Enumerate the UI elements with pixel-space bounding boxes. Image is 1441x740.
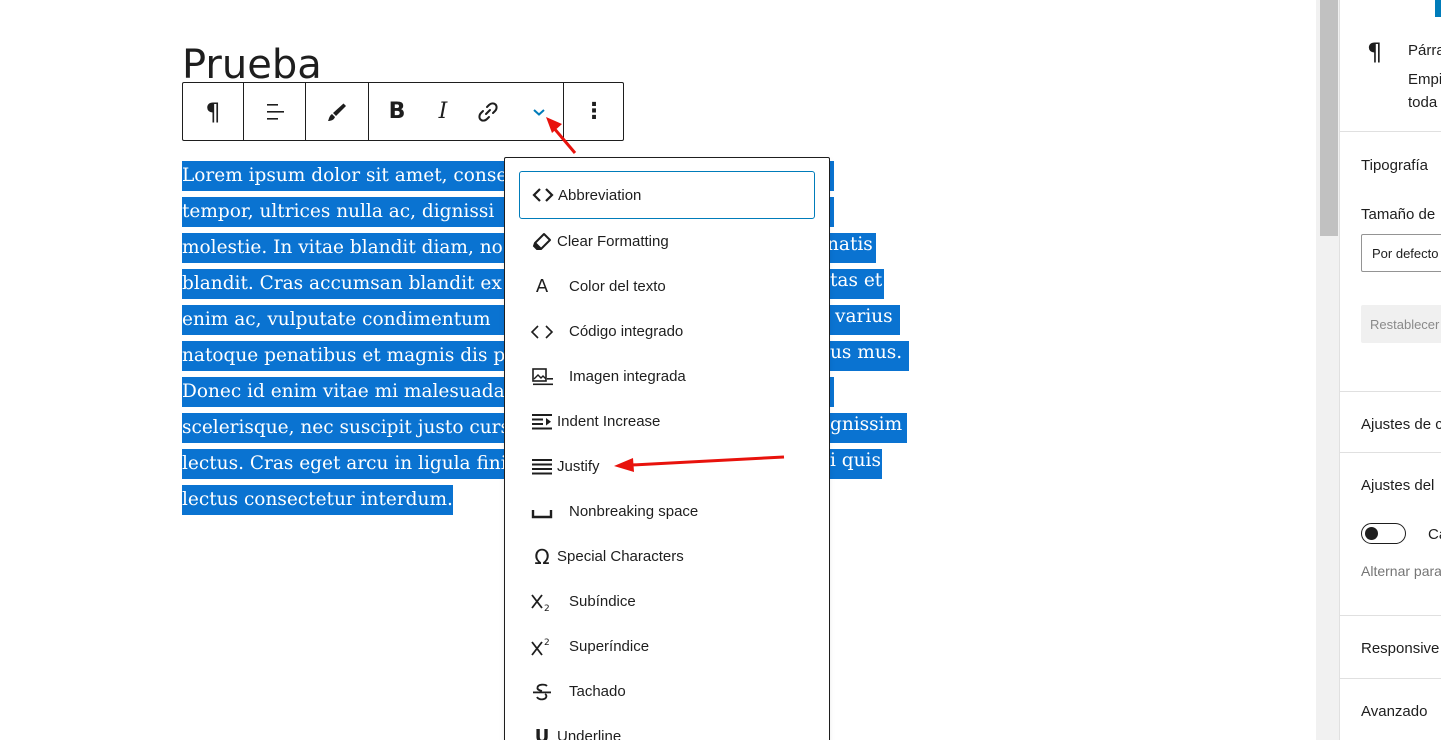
menu-item-label: Underline	[557, 728, 622, 740]
more-formats-menu: Abbreviation Clear Formatting A Color de…	[504, 157, 830, 740]
block-toolbar: ¶ B I ⋮	[182, 82, 624, 141]
paragraph-line-tail: natis	[827, 234, 873, 255]
subscript-icon: 2	[529, 590, 555, 614]
color-settings-panel[interactable]: Ajustes de c	[1361, 416, 1441, 433]
menu-item-label: Special Characters	[557, 548, 684, 565]
block-card-description: toda	[1408, 94, 1438, 111]
vertical-dots-icon: ⋮	[583, 98, 605, 124]
menu-item-text-color[interactable]: A Color del texto	[519, 264, 815, 309]
block-card-description: Empi	[1408, 71, 1441, 88]
menu-item-inline-image[interactable]: Imagen integrada	[519, 354, 815, 399]
align-group	[244, 83, 306, 140]
divider	[1340, 131, 1441, 132]
menu-item-label: Superíndice	[569, 638, 650, 655]
active-tab-indicator	[1435, 0, 1441, 17]
paragraph-block-button[interactable]: ¶	[183, 83, 243, 140]
menu-item-subscript[interactable]: 2 Subíndice	[519, 579, 815, 624]
inline-code-icon	[529, 320, 555, 344]
paragraph-icon: ¶	[1367, 38, 1383, 66]
drop-cap-label: Cap	[1428, 526, 1441, 543]
paragraph-line: lectus consectetur interdum.	[182, 485, 453, 515]
paragraph-line-tail: gnissim	[830, 414, 903, 435]
style-group	[306, 83, 369, 140]
paragraph-line-tail: us mus.	[830, 342, 903, 363]
justify-icon	[529, 455, 555, 479]
drop-cap-toggle[interactable]	[1361, 523, 1406, 544]
superscript-icon: 2	[529, 635, 555, 659]
menu-item-justify[interactable]: Justify	[519, 444, 815, 489]
omega-icon: Ω	[534, 544, 550, 569]
code-brackets-icon	[530, 183, 556, 207]
settings-sidebar: ¶ Párra Empi toda Tipografía Tamaño de P…	[1339, 0, 1441, 740]
menu-item-label: Abbreviation	[558, 186, 642, 204]
menu-item-label: Indent Increase	[557, 413, 661, 430]
indent-increase-icon	[529, 410, 555, 434]
menu-item-special-characters[interactable]: Ω Special Characters	[519, 534, 815, 579]
menu-item-label: Color del texto	[569, 278, 666, 295]
bold-icon: B	[388, 98, 406, 124]
menu-item-label: Tachado	[569, 683, 626, 700]
inline-image-icon	[529, 365, 555, 389]
menu-item-indent-increase[interactable]: Indent Increase	[519, 399, 815, 444]
svg-text:2: 2	[544, 604, 550, 613]
toggle-knob	[1365, 526, 1378, 540]
typography-panel-title[interactable]: Tipografía	[1361, 157, 1428, 174]
eraser-icon	[529, 230, 555, 254]
options-button[interactable]: ⋮	[564, 83, 624, 140]
divider	[1340, 615, 1441, 616]
bold-button[interactable]: B	[369, 83, 425, 140]
menu-item-label: Justify	[557, 458, 600, 475]
more-formats-button[interactable]	[515, 83, 563, 140]
format-group: B I	[369, 83, 564, 140]
menu-item-label: Subíndice	[569, 593, 636, 610]
menu-item-clear-formatting[interactable]: Clear Formatting	[519, 219, 815, 264]
paragraph-line-tail: varius	[835, 306, 893, 327]
underline-icon: U	[534, 725, 550, 740]
responsive-panel[interactable]: Responsive	[1361, 640, 1439, 657]
block-type-group: ¶	[183, 83, 244, 140]
menu-item-abbreviation[interactable]: Abbreviation	[519, 171, 815, 219]
text-settings-panel[interactable]: Ajustes del	[1361, 477, 1434, 494]
divider	[1340, 452, 1441, 453]
strikethrough-icon	[529, 680, 555, 704]
divider	[1340, 678, 1441, 679]
menu-item-superscript[interactable]: 2 Superíndice	[519, 624, 815, 669]
italic-icon: I	[438, 98, 448, 124]
advanced-panel[interactable]: Avanzado	[1361, 703, 1427, 720]
svg-text:2: 2	[544, 638, 550, 648]
text-color-icon: A	[535, 275, 549, 297]
divider	[1340, 391, 1441, 392]
menu-item-nonbreaking-space[interactable]: Nonbreaking space	[519, 489, 815, 534]
editor-scrollbar-thumb[interactable]	[1320, 0, 1338, 236]
menu-item-label: Imagen integrada	[569, 368, 686, 385]
link-icon	[478, 101, 498, 122]
nonbreaking-space-icon	[529, 500, 555, 524]
align-button[interactable]	[244, 83, 305, 140]
paragraph-icon: ¶	[205, 97, 221, 126]
menu-item-strikethrough[interactable]: Tachado	[519, 669, 815, 714]
highlight-button[interactable]	[306, 83, 368, 140]
menu-item-label: Nonbreaking space	[569, 503, 699, 520]
options-group: ⋮	[564, 83, 624, 140]
block-card-title: Párra	[1408, 42, 1441, 59]
menu-item-label: Clear Formatting	[557, 233, 669, 250]
chevron-down-icon	[533, 108, 545, 116]
menu-item-inline-code[interactable]: Código integrado	[519, 309, 815, 354]
brush-icon	[328, 103, 346, 121]
paragraph-line-tail: tas et	[830, 270, 883, 291]
align-left-icon	[266, 103, 284, 120]
link-button[interactable]	[461, 83, 515, 140]
drop-cap-help: Alternar para	[1361, 563, 1441, 579]
italic-button[interactable]: I	[425, 83, 461, 140]
paragraph-line-tail: i quis	[830, 450, 881, 471]
menu-item-underline[interactable]: U Underline	[519, 714, 815, 740]
font-size-label: Tamaño de	[1361, 206, 1436, 223]
menu-item-label: Código integrado	[569, 323, 684, 340]
reset-button[interactable]: Restablecer	[1361, 305, 1441, 343]
font-size-select[interactable]: Por defecto	[1361, 234, 1441, 272]
